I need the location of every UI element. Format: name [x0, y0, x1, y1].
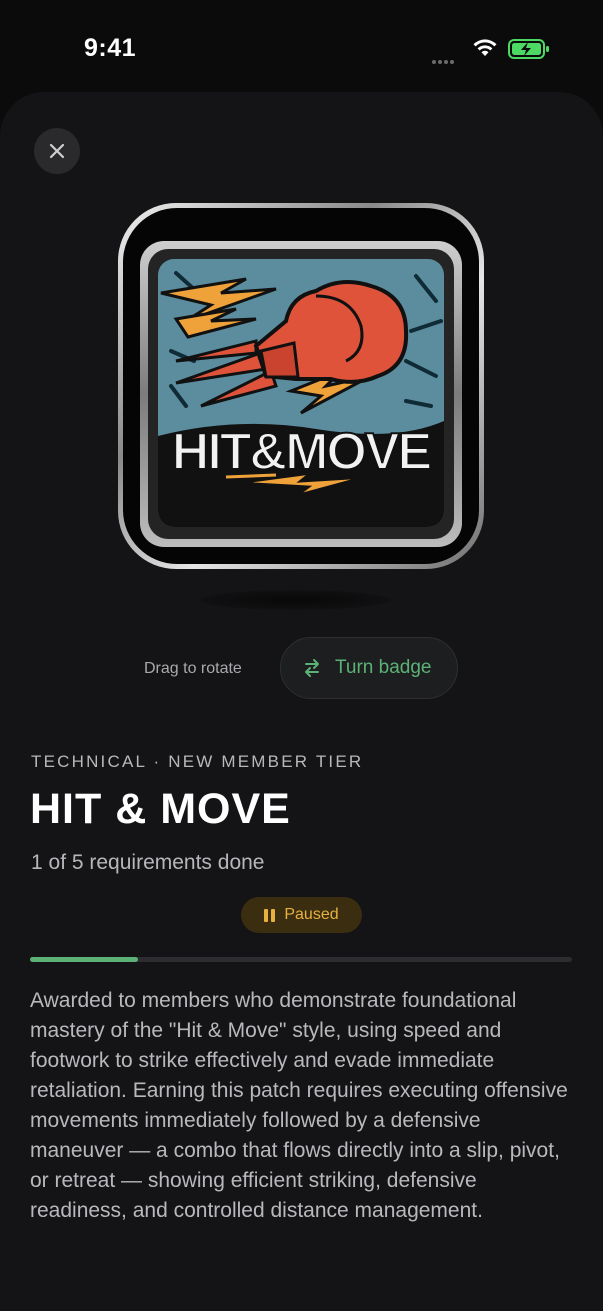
turn-badge-label: Turn badge — [335, 657, 432, 678]
battery-charging-icon — [508, 39, 549, 59]
requirements-progress-text: 1 of 5 requirements done — [31, 851, 265, 874]
status-bar: 9:41 — [0, 0, 603, 95]
badge-description: Awarded to members who demonstrate found… — [30, 989, 568, 1222]
progress-bar-fill — [30, 957, 139, 962]
wifi-icon — [473, 39, 497, 56]
status-time: 9:41 — [84, 34, 137, 62]
badge-category: TECHNICAL · NEW MEMBER TIER — [31, 752, 364, 771]
close-button[interactable] — [34, 128, 80, 174]
status-label: Paused — [284, 906, 339, 923]
pause-icon — [264, 908, 276, 922]
badge-patch-image: HIT&MOVE — [118, 203, 484, 569]
turn-badge-button[interactable]: Turn badge — [280, 637, 458, 699]
badge-shadow — [200, 590, 390, 610]
progress-bar — [30, 957, 572, 962]
patch-text: HIT&MOVE — [172, 423, 431, 481]
drag-hint: Drag to rotate — [144, 660, 242, 677]
badge-3d-view[interactable]: HIT&MOVE — [116, 201, 486, 571]
close-icon — [49, 143, 65, 159]
status-badge: Paused — [241, 897, 362, 933]
cellular-signal-icon — [432, 51, 456, 69]
swap-arrows-icon — [305, 659, 319, 677]
badge-title: HIT & MOVE — [30, 785, 291, 833]
